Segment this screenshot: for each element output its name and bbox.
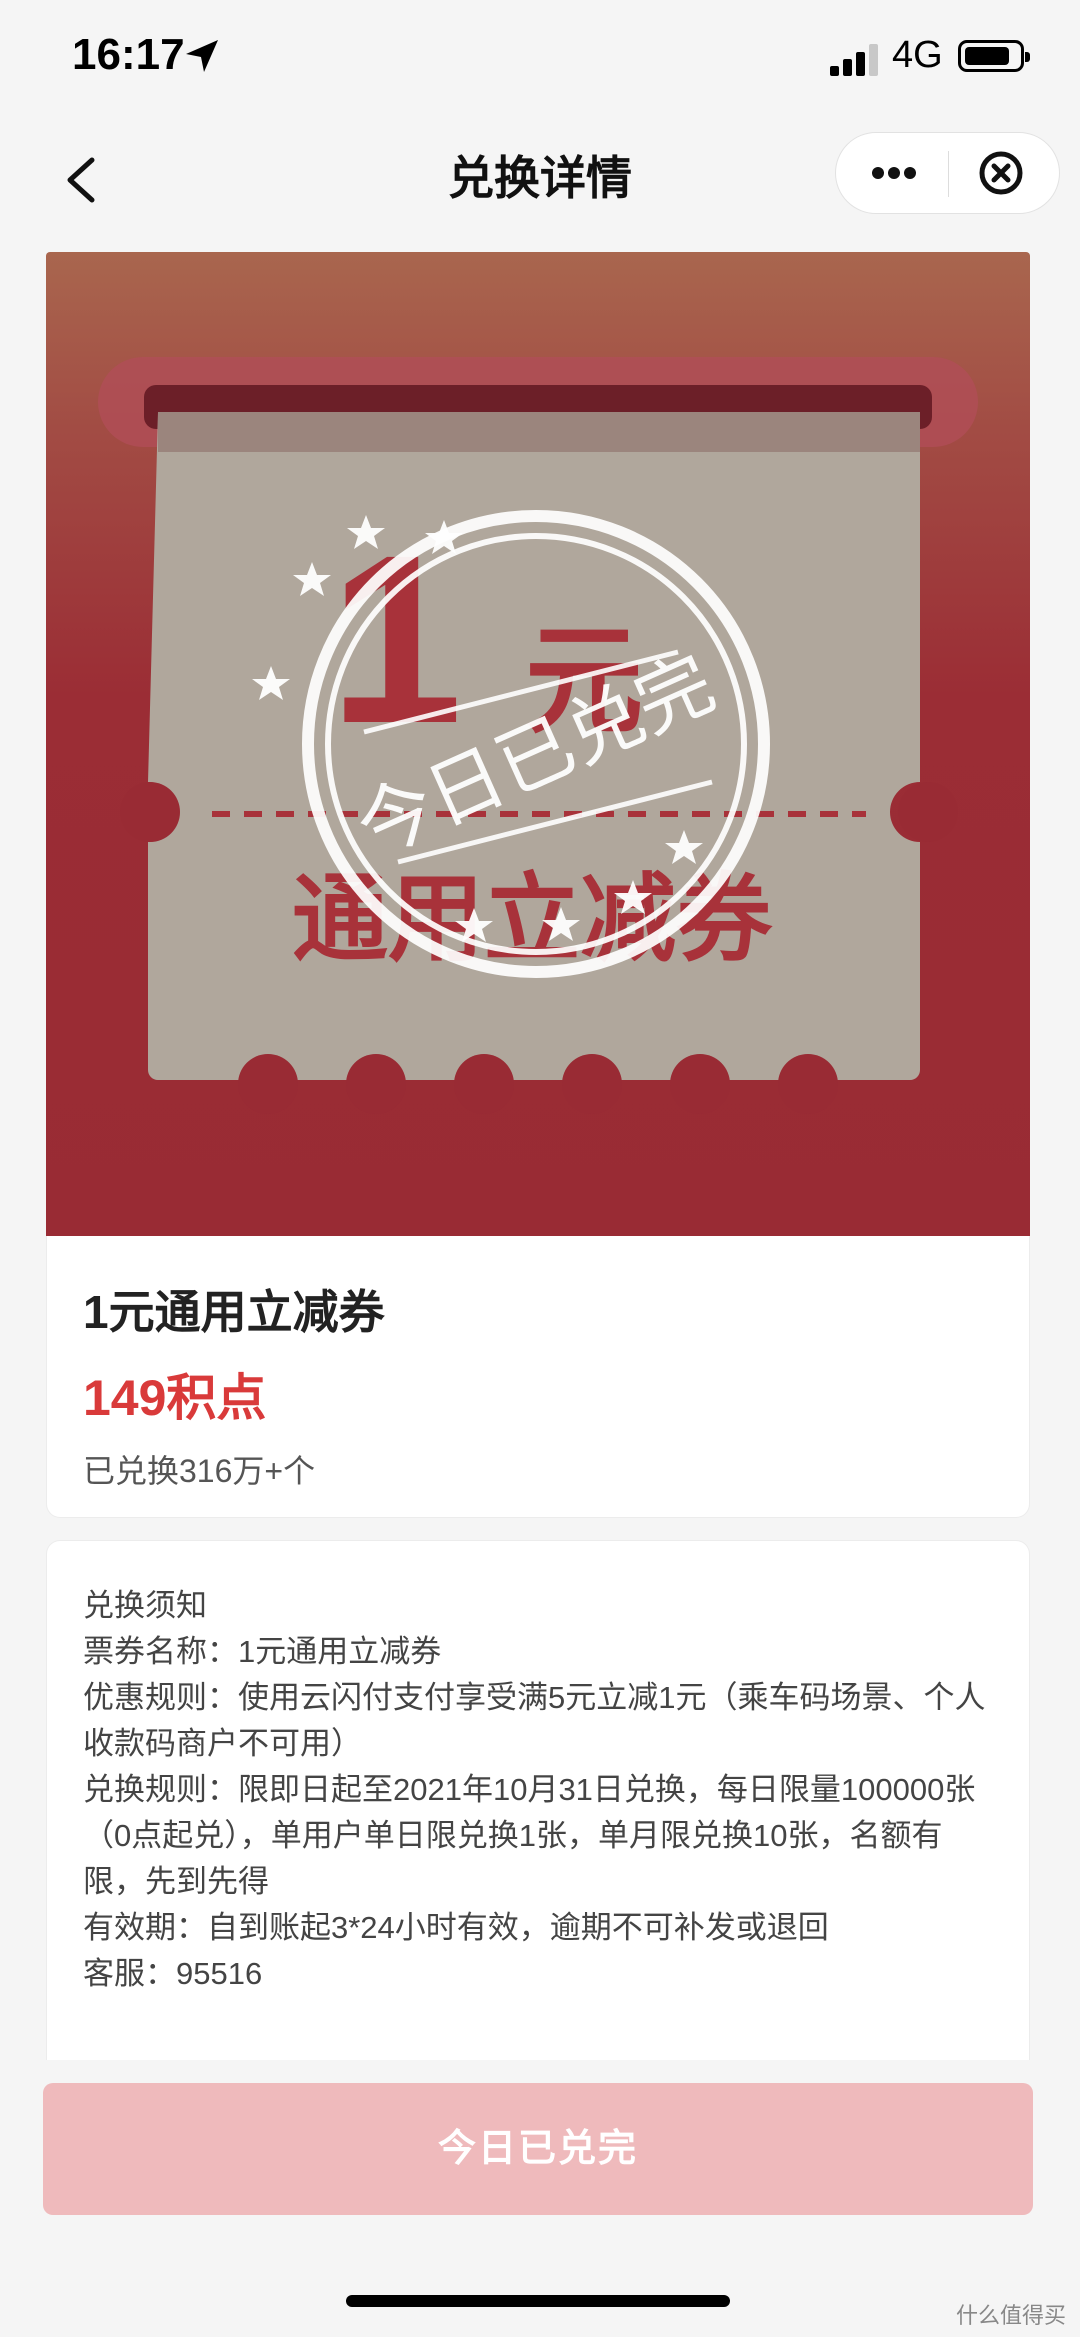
status-time: 16:17 [72,30,185,79]
more-dots-icon[interactable] [836,133,948,213]
notice-line: 客服：95516 [83,1956,263,1991]
notice-line: 兑换规则：限即日起至2021年10月31日兑换，每日限量100000张（0点起兑… [83,1772,976,1899]
mini-program-capsule [835,132,1060,214]
home-indicator [346,2295,730,2307]
nav-bar: 兑换详情 [0,120,1080,245]
notice-title: 兑换须知 [83,1588,207,1623]
network-type: 4G [892,34,943,76]
battery-icon [958,40,1030,72]
product-info-card: 1元通用立减券 149积点 已兑换316万+个 [46,1236,1030,1518]
redeem-notice-card: 兑换须知 票券名称：1元通用立减券 优惠规则：使用云闪付支付享受满5元立减1元（… [46,1540,1030,2060]
redeemed-count: 已兑换316万+个 [83,1453,316,1489]
product-name: 1元通用立减券 [83,1286,385,1338]
coupon-illustration: 1 元 通用立减券 今日已兑完 [98,357,978,1114]
notice-text: 兑换须知 票券名称：1元通用立减券 优惠规则：使用云闪付支付享受满5元立减1元（… [83,1583,1003,1997]
notice-line: 有效期：自到账起3*24小时有效，逾期不可补发或退回 [83,1910,829,1945]
location-arrow-icon [186,40,218,72]
coupon-type: 通用立减券 [292,863,773,975]
chevron-left-icon[interactable] [56,140,116,220]
coupon-image: 1 元 通用立减券 今日已兑完 [46,252,1030,1236]
product-price: 149积点 [83,1370,267,1426]
notice-line: 优惠规则：使用云闪付支付享受满5元立减1元（乘车码场景、个人收款码商户不可用） [83,1680,986,1761]
watermark: 什么值得买 [955,2303,1066,2328]
signal-icon [830,44,878,76]
status-bar: 16:17 4G [0,0,1080,120]
bottom-bar: 今日已兑完 [0,2060,1080,2337]
close-circle-icon[interactable] [949,133,1059,213]
notice-line: 票券名称：1元通用立减券 [83,1634,442,1669]
sold-out-button[interactable]: 今日已兑完 [43,2083,1033,2215]
